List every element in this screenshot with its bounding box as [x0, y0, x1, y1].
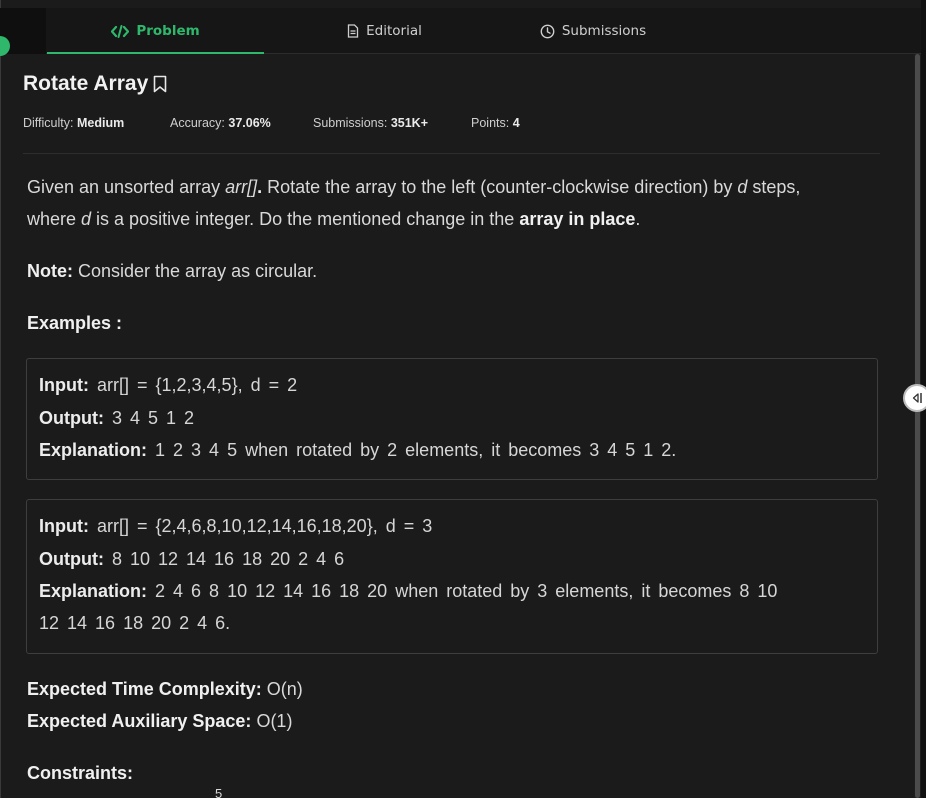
points-stat: Points: 4 [471, 116, 520, 130]
output-label: Output: [39, 408, 104, 428]
note-text: Consider the array as circular. [73, 261, 318, 281]
description-text: . [635, 209, 641, 229]
submissions-label: Submissions: [313, 116, 388, 130]
collapse-panel-button[interactable] [903, 384, 926, 412]
description-line-1: Given an unsorted array arr[]. Rotate th… [27, 171, 800, 203]
scrollbar-thumb[interactable] [915, 54, 920, 798]
input-value: arr[] = {2,4,6,8,10,12,14,16,18,20}, d =… [88, 516, 433, 536]
input-label: Input: [39, 516, 89, 536]
array-name: arr[] [225, 177, 258, 197]
accuracy-label: Accuracy: [170, 116, 225, 130]
difficulty-value: Medium [76, 116, 125, 130]
explanation-value: 1 2 3 4 5 when rotated by 2 elements, it… [147, 440, 677, 460]
tab-submissions-label: Submissions [561, 23, 647, 39]
explanation-label: Explanation: [39, 440, 148, 460]
description-text: steps, [747, 177, 801, 197]
example-input: Input: arr[] = {2,4,6,8,10,12,14,16,18,2… [39, 516, 432, 537]
example-explanation: Explanation: 2 4 6 8 10 12 14 16 18 20 w… [39, 581, 777, 602]
description-text: where [27, 209, 82, 229]
points-value: 4 [512, 116, 520, 130]
tab-editorial-label: Editorial [366, 23, 422, 39]
description-text: Rotate the array to the left (counter-cl… [262, 177, 738, 197]
examples-heading: Examples : [27, 307, 122, 339]
variable-d: d [81, 209, 92, 229]
example-box-2: Input: arr[] = {2,4,6,8,10,12,14,16,18,2… [26, 499, 878, 654]
accuracy-value: 37.06% [228, 116, 271, 130]
time-complexity: Expected Time Complexity: O(n) [27, 673, 303, 705]
description-text: is a positive integer. Do the mentioned … [91, 209, 520, 229]
tab-problem[interactable]: Problem [47, 8, 264, 54]
note: Note: Consider the array as circular. [27, 255, 317, 287]
code-icon [111, 24, 130, 38]
submissions-value: 351K+ [390, 116, 429, 130]
constraints-heading: Constraints: [27, 757, 133, 789]
example-explanation: Explanation: 1 2 3 4 5 when rotated by 2… [39, 440, 676, 461]
explanation-value: 12 14 16 18 20 2 4 6. [39, 613, 231, 633]
document-icon [347, 24, 359, 38]
constraints-heading-text: Constraints: [27, 763, 134, 783]
input-label: Input: [39, 375, 89, 395]
output-label: Output: [39, 549, 104, 569]
explanation-value: 2 4 6 8 10 12 14 16 18 20 when rotated b… [147, 581, 778, 601]
auxiliary-space-label: Expected Auxiliary Space: [27, 711, 252, 731]
difficulty-label: Difficulty: [23, 116, 74, 130]
tab-submissions[interactable]: Submissions [505, 8, 681, 54]
accuracy-stat: Accuracy: 37.06% [170, 116, 271, 130]
bookmark-icon[interactable] [153, 75, 167, 93]
note-label: Note: [27, 261, 73, 281]
auxiliary-space-value: O(1) [251, 711, 293, 731]
time-complexity-label: Expected Time Complexity: [27, 679, 262, 699]
explanation-label: Explanation: [39, 581, 148, 601]
example-input: Input: arr[] = {1,2,3,4,5}, d = 2 [39, 375, 297, 396]
example-explanation-continued: 12 14 16 18 20 2 4 6. [39, 613, 230, 634]
time-complexity-value: O(n) [261, 679, 303, 699]
active-tab-indicator [47, 52, 264, 54]
example-box-1: Input: arr[] = {1,2,3,4,5}, d = 2 Output… [26, 358, 878, 480]
emphasis-text: array in place [519, 209, 636, 229]
input-value: arr[] = {1,2,3,4,5}, d = 2 [88, 375, 298, 395]
points-label: Points: [471, 116, 510, 130]
examples-heading-text: Examples : [27, 313, 123, 333]
example-output: Output: 8 10 12 14 16 18 20 2 4 6 [39, 549, 344, 570]
header-divider [23, 153, 880, 154]
description-text: Given an unsorted array [27, 177, 226, 197]
problem-panel: Problem Editorial Submissions Rotate Arr… [0, 0, 926, 798]
variable-d: d [737, 177, 748, 197]
constraint-exponent: 5 [215, 786, 223, 798]
tab-problem-label: Problem [136, 23, 200, 39]
page-title: Rotate Array [23, 72, 149, 95]
auxiliary-space: Expected Auxiliary Space: O(1) [27, 705, 292, 737]
clock-icon [540, 24, 555, 39]
example-output: Output: 3 4 5 1 2 [39, 408, 194, 429]
collapse-icon [911, 389, 923, 408]
output-value: 8 10 12 14 16 18 20 2 4 6 [103, 549, 345, 569]
output-value: 3 4 5 1 2 [103, 408, 195, 428]
tab-editorial[interactable]: Editorial [264, 8, 505, 54]
description-line-2: where d is a positive integer. Do the me… [27, 203, 640, 235]
submissions-stat: Submissions: 351K+ [313, 116, 428, 130]
left-edge [0, 0, 1, 798]
difficulty-stat: Difficulty: Medium [23, 116, 124, 130]
title-row: Rotate Array [23, 72, 167, 96]
